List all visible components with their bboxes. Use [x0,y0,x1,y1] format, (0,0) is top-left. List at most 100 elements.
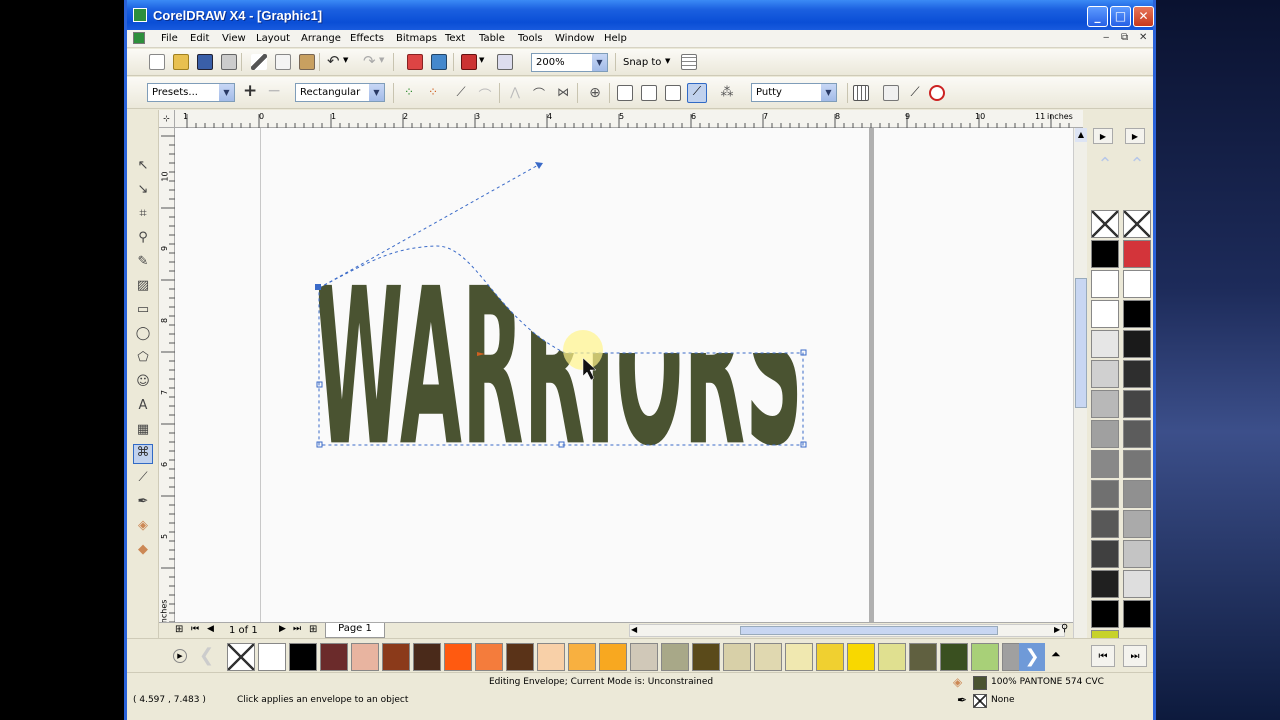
previous-page-icon[interactable]: ◀ [207,624,214,634]
palette-swatch[interactable] [1123,510,1151,538]
menu-effects[interactable]: Effects [350,33,384,44]
snap-to-button[interactable]: Snap to [623,57,661,68]
add-page-icon[interactable]: ⊞ [309,624,317,635]
minimize-button[interactable]: _ [1087,6,1108,27]
palette-swatch[interactable] [1091,420,1119,448]
create-envelope-from-icon[interactable] [883,85,899,101]
palette-swatch[interactable] [382,643,410,671]
coreldraw-app-icon[interactable] [133,8,147,22]
zoom-levels-combo[interactable]: 200% ▼ [531,53,608,72]
mdi-minimize-button[interactable]: ‒ [1103,32,1109,43]
palette-swatch[interactable] [599,643,627,671]
scroll-up-icon[interactable]: ▲ [1075,128,1087,142]
table-tool-icon[interactable]: ▦ [135,422,151,438]
navigator-zoom-icon[interactable]: ⚲ [1061,623,1068,634]
warriors-text-graphic[interactable]: WARRIORS [315,242,803,494]
palette-swatch[interactable] [413,643,441,671]
copy-envelope-properties-icon[interactable]: ⁂ [719,85,735,101]
fill-color-swatch[interactable] [973,676,987,690]
palette-swatch[interactable] [1123,270,1151,298]
convert-to-curve-icon[interactable]: ⌒ [477,85,493,104]
palette-swatch[interactable] [1091,330,1119,358]
palette-swatch[interactable] [816,643,844,671]
menu-tools[interactable]: Tools [518,33,543,44]
palette-swatch[interactable] [1091,210,1119,238]
palette-swatch[interactable] [1091,360,1119,388]
redo-dropdown-icon[interactable]: ▼ [379,56,384,64]
palette-swatch[interactable] [878,643,906,671]
palette-flyout-icon[interactable]: ▶ [173,649,187,663]
chevron-down-icon[interactable]: ▼ [219,84,234,101]
mapping-mode-combo[interactable]: Putty ▼ [751,83,837,102]
palette-scroll-left-icon[interactable]: ❮ [199,645,214,666]
chevron-down-icon[interactable]: ▼ [821,84,836,101]
document-icon[interactable] [133,32,145,44]
welcome-screen-icon[interactable] [497,54,513,70]
menu-window[interactable]: Window [555,33,594,44]
palette-first-icon[interactable]: ⏮ [1091,645,1115,667]
double-arc-mode-icon[interactable] [665,85,681,101]
palette-swatch[interactable] [909,643,937,671]
palette-swatch[interactable] [1123,540,1151,568]
title-bar[interactable]: CorelDRAW X4 - [Graphic1] _ □ ✕ [127,0,1154,32]
menu-arrange[interactable]: Arrange [301,33,341,44]
new-document-icon[interactable] [149,54,165,70]
vertical-ruler[interactable]: 10 9 8 7 6 5 inches [159,128,175,668]
palette-swatch[interactable] [1091,240,1119,268]
keep-lines-icon[interactable] [853,85,869,101]
horizontal-scrollbar[interactable]: ◀ ▶ [629,624,1065,637]
ruler-origin[interactable]: ⊹ [159,110,175,128]
palette-swatch[interactable] [723,643,751,671]
polygon-tool-icon[interactable]: ⬠ [135,350,151,366]
palette-swatch[interactable] [661,643,689,671]
palette-last-icon[interactable]: ⏭ [1123,645,1147,667]
menu-view[interactable]: View [222,33,246,44]
menu-table[interactable]: Table [479,33,505,44]
cusp-node-icon[interactable]: ⋀ [507,85,523,101]
scroll-right-icon[interactable]: ▶ [1054,625,1060,634]
envelope-tool-icon[interactable]: ⌘ [133,444,153,464]
basic-shapes-tool-icon[interactable]: ☺ [135,374,151,390]
palette-swatch[interactable] [351,643,379,671]
palette-swatch[interactable] [1123,420,1151,448]
snap-to-dropdown-icon[interactable]: ▼ [665,57,670,65]
maximize-button[interactable]: □ [1110,6,1131,27]
outline-none-swatch[interactable] [973,694,987,708]
palette-swatch[interactable] [1091,300,1119,328]
straight-line-mode-icon[interactable] [617,85,633,101]
redo-icon[interactable]: ↷ [363,52,376,70]
mdi-close-button[interactable]: ✕ [1139,32,1147,43]
interactive-fill-tool-icon[interactable]: ◆ [135,542,151,558]
palette-swatch[interactable] [289,643,317,671]
palette-swatch[interactable] [1091,390,1119,418]
drawing-canvas[interactable]: WARRIORS [175,128,1073,652]
palette-swatch[interactable] [940,643,968,671]
application-launcher-icon[interactable] [461,54,477,70]
palette-swatch[interactable] [1123,390,1151,418]
palette-swatch[interactable] [785,643,813,671]
undo-dropdown-icon[interactable]: ▼ [343,56,348,64]
open-folder-icon[interactable] [173,54,189,70]
add-preset-icon[interactable]: + [243,81,257,101]
palette-swatch[interactable] [568,643,596,671]
launcher-dropdown-icon[interactable]: ▼ [479,56,484,64]
page-tab[interactable]: Page 1 [325,623,385,638]
scroll-thumb[interactable] [1075,278,1087,408]
undo-icon[interactable]: ↶ [327,52,340,70]
palette-swatch[interactable] [444,643,472,671]
palette-swatch[interactable] [475,643,503,671]
symmetrical-node-icon[interactable]: ⋈ [555,85,571,101]
close-button[interactable]: ✕ [1133,6,1154,27]
print-icon[interactable] [221,54,237,70]
outline-tool-icon[interactable]: ✒ [135,494,151,510]
export-icon[interactable] [431,54,447,70]
zoom-tool-icon[interactable]: ⚲ [135,230,151,246]
eyedropper-tool-icon[interactable]: ⟋ [135,470,151,486]
clear-envelope-icon[interactable] [929,85,945,101]
palette-swatch[interactable] [1123,210,1151,238]
vertical-scrollbar[interactable]: ▲ ▼ [1073,128,1087,652]
ellipse-tool-icon[interactable]: ◯ [135,326,151,342]
rectangle-tool-icon[interactable]: ▭ [135,302,151,318]
crop-tool-icon[interactable]: ⌗ [135,206,151,222]
shape-tool-icon[interactable]: ↘ [135,182,151,198]
